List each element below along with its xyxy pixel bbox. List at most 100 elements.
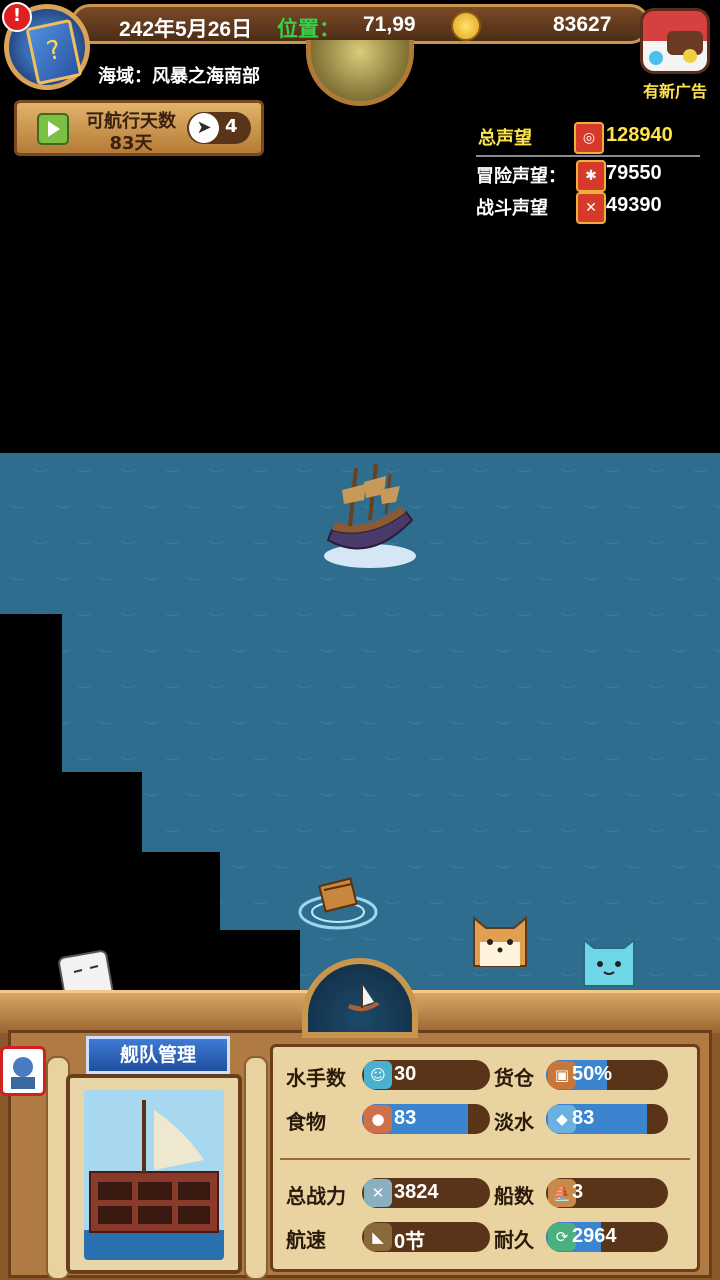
- wave-mark: ︶: [187, 721, 202, 737]
- wave-mark: ︶: [55, 577, 70, 593]
- wave-mark: ︶: [385, 757, 400, 773]
- wave-mark: ︶: [209, 685, 224, 701]
- wave-mark: ︶: [649, 469, 664, 485]
- speed-bar: ◣ 0节: [362, 1222, 490, 1252]
- auto-navigate-button[interactable]: ➤ 4: [187, 112, 251, 144]
- battle-reputation-value: 49390: [606, 194, 662, 216]
- wave-mark: ︶: [451, 649, 466, 665]
- food-label: 食物: [286, 1110, 326, 1134]
- wave-mark: ︶: [143, 577, 158, 593]
- wave-mark: ︶: [693, 901, 708, 917]
- wave-mark: ︶: [671, 865, 686, 881]
- wave-mark: ︶: [143, 505, 158, 521]
- wave-mark: ︶: [693, 973, 708, 989]
- wave-mark: ︶: [671, 505, 686, 521]
- captain-icon: [11, 1057, 35, 1089]
- wave-mark: ︶: [77, 685, 92, 701]
- wave-mark: ︶: [539, 793, 554, 809]
- wave-mark: ︶: [385, 613, 400, 629]
- play-icon[interactable]: [37, 113, 69, 145]
- player-ship[interactable]: [320, 460, 420, 570]
- wave-mark: ︶: [473, 829, 488, 845]
- ad-label: 有新广告: [642, 82, 707, 101]
- wave-mark: ︶: [297, 829, 312, 845]
- wave-mark: ︶: [297, 541, 312, 557]
- wave-mark: ︶: [605, 469, 620, 485]
- wave-mark: ︶: [407, 577, 422, 593]
- blue-cat-mascot[interactable]: [578, 932, 640, 992]
- coin-icon: [451, 11, 481, 41]
- flagship-portrait[interactable]: [66, 1074, 242, 1274]
- wave-mark: ︶: [253, 685, 268, 701]
- wave-mark: ︶: [231, 577, 246, 593]
- water-label: 淡水: [494, 1110, 534, 1134]
- wave-mark: ︶: [363, 793, 378, 809]
- wave-mark: ︶: [671, 649, 686, 665]
- wave-mark: ︶: [627, 577, 642, 593]
- wave-mark: ︶: [143, 649, 158, 665]
- ships-label: 船数: [494, 1184, 534, 1208]
- wave-mark: ︶: [473, 685, 488, 701]
- wave-mark: ︶: [473, 973, 488, 989]
- wave-mark: ︶: [583, 505, 598, 521]
- wave-mark: ︶: [583, 793, 598, 809]
- floating-crate-icon[interactable]: [298, 876, 378, 932]
- wave-mark: ︶: [429, 685, 444, 701]
- battle-reputation-label: 战斗声望: [476, 198, 548, 219]
- gem-icon: [683, 49, 697, 63]
- wave-mark: ︶: [561, 973, 576, 989]
- wave-mark: ︶: [473, 541, 488, 557]
- sailors-label: 水手数: [286, 1066, 346, 1090]
- sailors-bar: ☺ 30: [362, 1060, 490, 1090]
- wave-mark: ︶: [649, 973, 664, 989]
- wave-mark: ︶: [517, 469, 532, 485]
- wave-mark: ︶: [253, 613, 268, 629]
- wave-mark: ︶: [539, 577, 554, 593]
- wave-mark: ︶: [715, 578, 720, 592]
- sea-region-label: 海域：风暴之海南部: [98, 66, 260, 87]
- power-bar: ✕ 3824: [362, 1178, 490, 1208]
- wave-mark: ︶: [517, 973, 532, 989]
- fleet-management-button[interactable]: 舰队管理: [86, 1036, 230, 1074]
- wave-mark: ︶: [231, 793, 246, 809]
- ad-reward-button[interactable]: [630, 2, 716, 82]
- wave-mark: ︶: [363, 721, 378, 737]
- power-value: 3824: [394, 1181, 439, 1203]
- wave-mark: ︶: [341, 613, 356, 629]
- wave-mark: ︶: [253, 541, 268, 557]
- wave-mark: ︶: [627, 793, 642, 809]
- wave-mark: ︶: [121, 757, 136, 773]
- wave-mark: ︶: [539, 721, 554, 737]
- total-reputation-value: 128940: [606, 124, 673, 146]
- globe-icon[interactable]: [306, 40, 414, 106]
- wave-mark: ︶: [561, 541, 576, 557]
- wave-mark: ︶: [231, 721, 246, 737]
- wave-mark: ︶: [451, 721, 466, 737]
- wave-mark: ︶: [187, 505, 202, 521]
- wave-mark: ︶: [539, 649, 554, 665]
- wave-mark: ︶: [407, 721, 422, 737]
- captain-avatar[interactable]: [0, 1046, 46, 1096]
- wave-mark: ︶: [253, 901, 268, 917]
- cargo-label: 货仓: [494, 1066, 534, 1090]
- wave-mark: ︶: [363, 649, 378, 665]
- wave-mark: ︶: [77, 469, 92, 485]
- shiba-mascot[interactable]: [468, 912, 532, 972]
- wave-mark: ︶: [517, 829, 532, 845]
- position-label: 位置：: [277, 18, 340, 41]
- durability-value: 2964: [572, 1225, 617, 1247]
- wave-mark: ︶: [121, 541, 136, 557]
- wave-mark: ︶: [99, 649, 114, 665]
- wave-mark: ︶: [583, 721, 598, 737]
- wave-mark: ︶: [143, 793, 158, 809]
- voyage-days-value: 83天: [109, 133, 153, 154]
- wave-mark: ︶: [539, 937, 554, 953]
- wave-mark: ︶: [99, 721, 114, 737]
- wave-mark: ︶: [605, 829, 620, 845]
- wave-mark: ︶: [385, 829, 400, 845]
- wave-mark: ︶: [209, 829, 224, 845]
- alert-badge: !: [2, 2, 32, 32]
- gem-icon: [649, 51, 663, 65]
- wave-mark: ︶: [649, 757, 664, 773]
- meat-icon: ●: [364, 1105, 392, 1133]
